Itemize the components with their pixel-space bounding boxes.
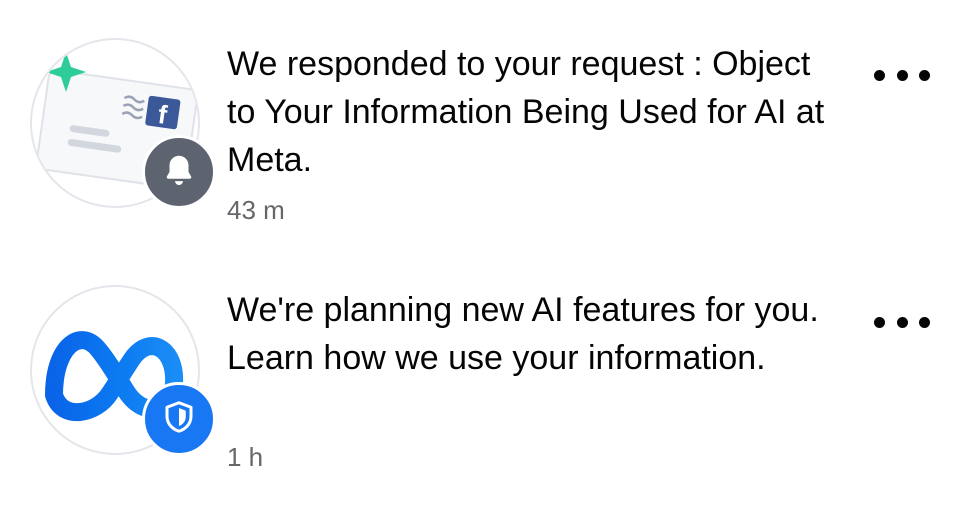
more-options-button[interactable] (872, 60, 932, 90)
notification-avatar (30, 285, 216, 456)
notification-badge (142, 382, 216, 456)
notification-text: We're planning new AI features for you. … (227, 291, 819, 377)
more-dots-icon (874, 69, 885, 81)
notification-badge (142, 135, 216, 209)
notification-item[interactable]: f We responded to your request : Object … (0, 0, 960, 245)
notification-time: 43 m (227, 195, 285, 225)
shield-icon (161, 399, 197, 440)
notification-text: We responded to your request : Object to… (227, 45, 825, 179)
notification-item[interactable]: We're planning new AI features for you. … (0, 245, 960, 490)
more-options-button[interactable] (872, 307, 932, 337)
notification-time: 1 h (227, 442, 264, 472)
more-dots-icon (874, 316, 885, 328)
bell-icon (160, 151, 198, 194)
notification-avatar: f (30, 38, 216, 209)
